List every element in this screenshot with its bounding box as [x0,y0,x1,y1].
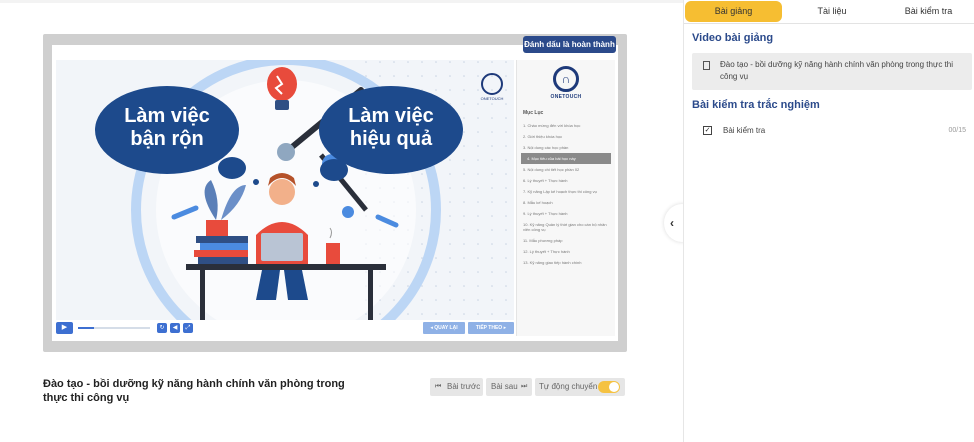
lecture-slide[interactable]: Làm việc bận rộn Làm việc hiệu quả ONETO… [56,60,514,320]
quiz-section-title: Bài kiểm tra trắc nghiệm [692,99,820,111]
table-of-contents: ∩ ONETOUCH Mục Lục 1. Chào mừng đến với … [516,60,615,336]
toc-logo: ∩ ONETOUCH [517,60,615,106]
toc-item[interactable]: 6. Lý thuyết + Thực hành [517,175,615,186]
toc-item[interactable]: 11. Mẫu phương pháp [517,235,615,246]
video-list-item[interactable]: Đào tạo - bồi dưỡng kỹ năng hành chính v… [692,53,972,90]
seek-bar-fill [78,327,94,329]
sidebar: Bài giảng Tài liệu Bài kiểm tra Video bà… [683,0,974,442]
autoplay-label: Tự động chuyển [539,382,598,391]
bubble-left-line1: Làm việc [124,105,210,127]
quiz-list-item[interactable]: ✓ Bài kiểm tra 00/15 [692,120,972,142]
prev-lesson-button[interactable]: ⏮ Bài trước [430,378,483,396]
bubble-left-line2: bận rộn [130,128,203,150]
skip-forward-icon: ⏭ [521,383,528,390]
bubble-right-line2: hiệu quả [350,128,433,150]
toc-item[interactable]: 10. Kỹ năng Quản lý thời gian cho cán bộ… [517,219,615,235]
toc-item[interactable]: 1. Chào mừng đến với khóa học [517,120,615,131]
chevron-left-icon: ‹ [670,216,674,230]
toc-item[interactable]: 9. Lý thuyết + Thực hành [517,208,615,219]
sidebar-tabs: Bài giảng Tài liệu Bài kiểm tra [684,0,974,24]
toc-heading: Mục Lục [523,110,544,116]
slide-logo-text: ONETOUCH [481,96,504,101]
player-controls: ▶ ↻ ◀ ⤢ ◂ QUAY LẠI TIẾP THEO ▸ [56,322,514,336]
next-lesson-button[interactable]: Bài sau ⏭ [486,378,532,396]
mark-complete-button[interactable]: Đánh dấu là hoàn thành [523,36,616,53]
tab-tests[interactable]: Bài kiểm tra [882,1,974,22]
autoplay-toggle[interactable] [598,381,620,393]
quiz-score: 00/15 [948,127,966,134]
slide-next-button[interactable]: TIẾP THEO ▸ [468,322,514,334]
quiz-item-label: Bài kiểm tra [723,126,766,135]
toc-item[interactable]: 13. Kỹ năng giao tiếp hành chính [517,257,615,268]
bubble-right-line1: Làm việc [348,105,434,127]
skip-back-icon: ⏮ [435,383,442,390]
fullscreen-icon[interactable]: ⤢ [183,323,193,333]
slide-prev-button[interactable]: ◂ QUAY LẠI [423,322,465,334]
toc-item[interactable]: 5. Nội dung chi tiết học phần 02 [517,164,615,175]
prev-lesson-label: Bài trước [447,382,481,391]
video-item-title: Đào tạo - bồi dưỡng kỹ năng hành chính v… [720,60,953,81]
checkbox-icon: ✓ [703,126,712,135]
tab-documents[interactable]: Tài liệu [784,1,880,22]
toc-item[interactable]: 4. Mục tiêu của bài học này [521,153,611,164]
toc-brand: ONETOUCH [550,94,582,100]
toc-item[interactable]: 3. Nội dung các học phần [517,142,615,153]
toc-item[interactable]: 7. Kỹ năng Lập kế hoạch thực thi công vụ [517,186,615,197]
slide-illustration: Làm việc bận rộn Làm việc hiệu quả ONETO… [95,60,514,320]
replay-icon[interactable]: ↻ [157,323,167,333]
toc-list: 1. Chào mừng đến với khóa học 2. Giới thi… [517,120,615,268]
player-area: Đánh dấu là hoàn thành Làm việc bận rộn … [0,0,683,442]
video-section-title: Video bài giảng [692,32,774,44]
volume-icon[interactable]: ◀ [170,323,180,333]
tabs-divider [684,23,974,24]
play-icon[interactable]: ▶ [56,322,73,334]
lesson-title: Đào tạo - bồi dưỡng kỹ năng hành chính v… [43,378,345,404]
toc-item[interactable]: 8. Mẫu kế hoạch [517,197,615,208]
toc-item[interactable]: 2. Giới thiệu khóa học [517,131,615,142]
tab-lectures[interactable]: Bài giảng [685,1,782,22]
document-icon [703,61,710,70]
onetouch-logo-icon: ∩ [553,66,579,92]
toc-item[interactable]: 12. Lý thuyết + Thực hành [517,246,615,257]
top-divider [0,0,683,3]
next-lesson-label: Bài sau [491,382,518,391]
course-page: Đánh dấu là hoàn thành Làm việc bận rộn … [0,0,974,442]
toggle-knob [609,382,619,392]
seek-bar[interactable] [78,327,150,329]
